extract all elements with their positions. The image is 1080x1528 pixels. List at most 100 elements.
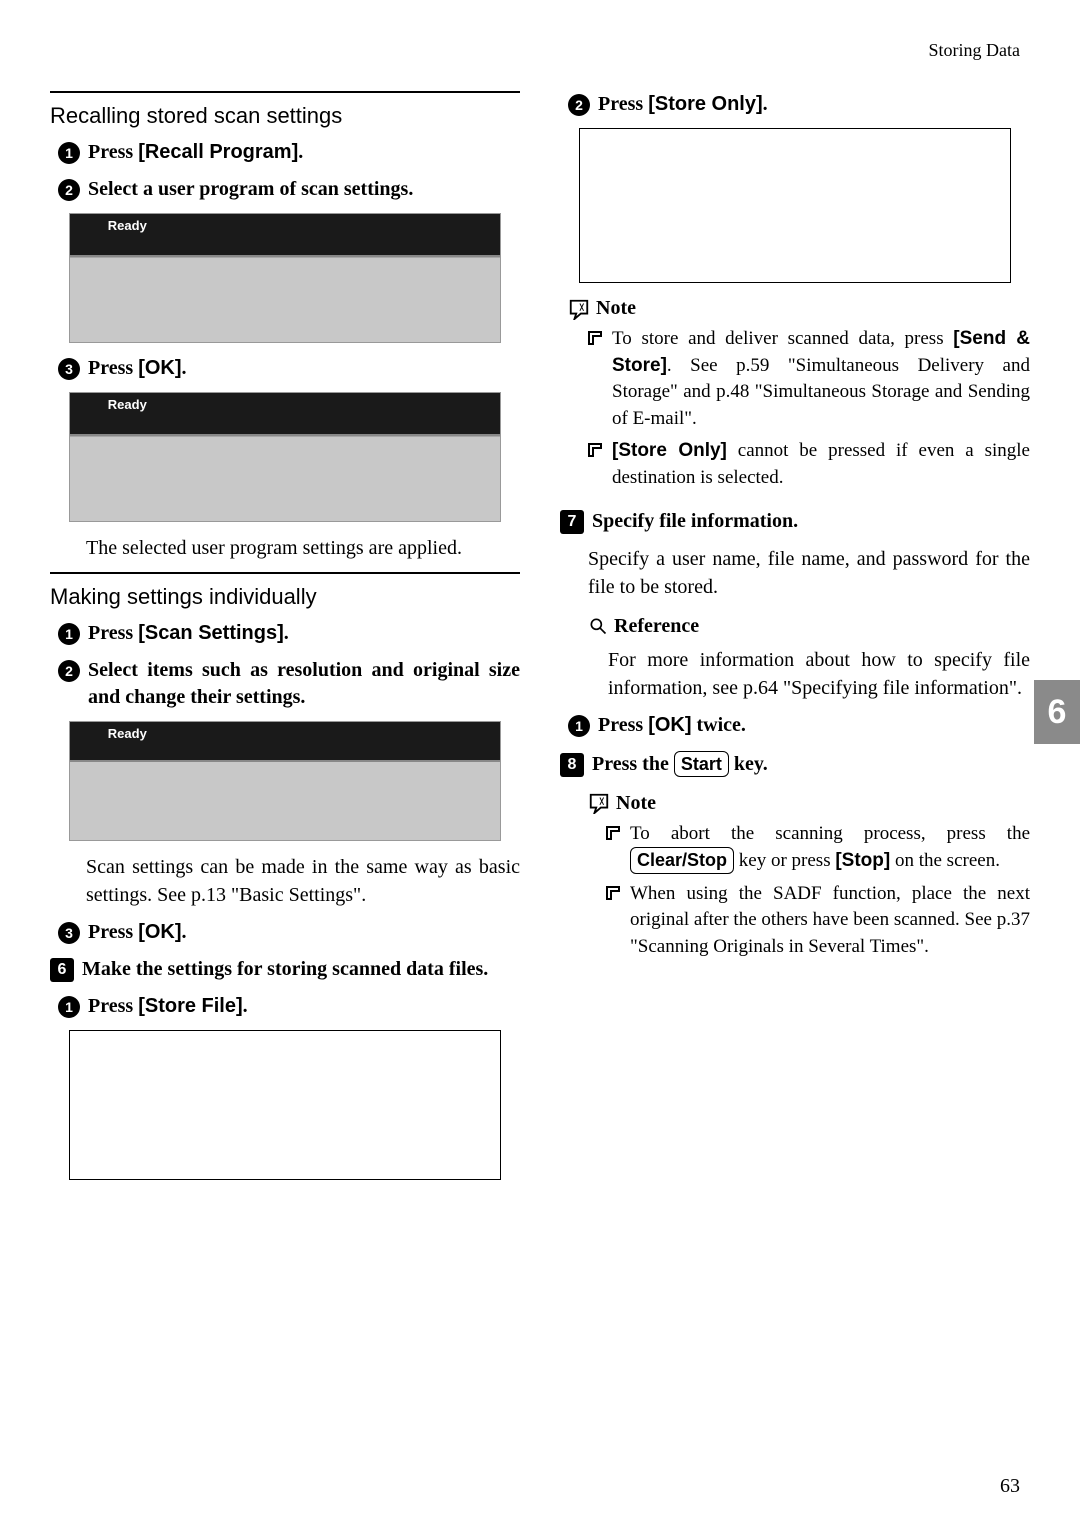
store-only-button-label: [Store Only]: [612, 440, 727, 461]
bullet-1-icon: 1: [58, 142, 80, 164]
step-store-only: 2 Press [Store Only].: [568, 91, 1030, 118]
step-making-1: 1 Press [Scan Settings].: [58, 620, 520, 647]
step-G: 7 Specify file information.: [560, 508, 1030, 535]
screenshot-ready-label: Ready: [108, 218, 147, 233]
text: Press: [598, 93, 648, 115]
text: .: [284, 622, 289, 644]
ok-button-label: [OK]: [648, 714, 691, 736]
bullet-1-icon: 1: [58, 623, 80, 645]
bullet-2-icon: 2: [58, 660, 80, 682]
reference-icon: [588, 616, 608, 636]
step-store-file: 1 Press [Store File].: [58, 993, 520, 1020]
step-recall-1: 1 Press [Recall Program].: [58, 139, 520, 166]
stop-button-label: [Stop]: [835, 850, 890, 871]
step-H: 8 Press the Start key.: [560, 751, 1030, 778]
note-heading: Note: [568, 297, 1030, 320]
step-text: Select items such as resolution and orig…: [88, 657, 520, 711]
text: on the screen.: [890, 850, 1000, 871]
step-8-icon: 8: [560, 753, 584, 777]
note-h-item-1: To abort the scanning process, press the…: [606, 821, 1030, 875]
step-text: Specify file information.: [592, 508, 1030, 535]
note-item-1: To store and deliver scanned data, press…: [588, 326, 1030, 432]
bullet-2-icon: 2: [58, 179, 80, 201]
text: twice.: [692, 714, 746, 736]
two-column-layout: Recalling stored scan settings 1 Press […: [50, 81, 1030, 1192]
text: .: [298, 141, 303, 163]
step-F: 6 Make the settings for storing scanned …: [50, 956, 520, 983]
bullet-icon: [606, 886, 620, 900]
note-label: Note: [616, 792, 656, 815]
step-making-3: 3 Press [OK].: [58, 919, 520, 946]
text: When using the SADF function, place the …: [630, 881, 1030, 961]
note-icon: [588, 792, 610, 814]
left-column: Recalling stored scan settings 1 Press […: [50, 81, 520, 1192]
step-3-body: The selected user program settings are a…: [86, 534, 520, 562]
screenshot-ready-label: Ready: [108, 726, 147, 741]
step-ok-twice: 1 Press [OK] twice.: [568, 712, 1030, 739]
bullet-icon: [588, 331, 602, 345]
note-h-item-2: When using the SADF function, place the …: [606, 881, 1030, 961]
bullet-2-icon: 2: [568, 94, 590, 116]
bullet-icon: [606, 826, 620, 840]
screenshot-ready-label: Ready: [108, 397, 147, 412]
recall-program-button-label: [Recall Program]: [138, 141, 298, 163]
page-number: 63: [1000, 1475, 1020, 1498]
screenshot-recall-program: Ready: [69, 213, 501, 343]
text: Press: [88, 921, 138, 943]
note-heading-2: Note: [588, 792, 1030, 815]
text: Press: [598, 714, 648, 736]
reference-heading: Reference: [588, 615, 1030, 638]
ok-button-label: [OK]: [138, 921, 181, 943]
text: Press the: [592, 753, 674, 775]
text: key.: [729, 753, 768, 775]
ok-button-label: [OK]: [138, 357, 181, 379]
divider: [50, 91, 520, 93]
screenshot-scan-settings: Ready: [69, 721, 501, 841]
store-file-button-label: [Store File]: [138, 995, 242, 1017]
text: .: [763, 93, 768, 115]
bullet-1-icon: 1: [568, 715, 590, 737]
text: Press: [88, 357, 138, 379]
text: key or press: [734, 850, 835, 871]
chapter-tab: 6: [1034, 680, 1080, 744]
right-column: 2 Press [Store Only]. Note To store and …: [560, 81, 1030, 1192]
screenshot-recall-ok: Ready: [69, 392, 501, 522]
text: . See p.59 "Simultaneous Delivery and St…: [612, 355, 1030, 429]
step-6-icon: 6: [50, 958, 74, 982]
screenshot-blank-store-file: [69, 1030, 501, 1180]
text: To store and deliver scanned data, press: [612, 328, 953, 349]
text: Press: [88, 141, 138, 163]
divider: [50, 572, 520, 574]
text: Press: [88, 622, 138, 644]
reference-body: For more information about how to specif…: [608, 646, 1030, 702]
start-key: Start: [674, 751, 729, 777]
step-making-2-body: Scan settings can be made in the same wa…: [86, 853, 520, 909]
note-item-2: [Store Only] cannot be pressed if even a…: [588, 438, 1030, 491]
step-G-body: Specify a user name, file name, and pass…: [588, 545, 1030, 601]
text: .: [243, 995, 248, 1017]
text: .: [182, 921, 187, 943]
text: To abort the scanning process, press the: [630, 823, 1030, 844]
note-icon: [568, 298, 590, 320]
reference-label: Reference: [614, 615, 699, 638]
heading-recall: Recalling stored scan settings: [50, 103, 520, 129]
step-text: Select a user program of scan settings.: [88, 176, 520, 203]
step-making-2: 2 Select items such as resolution and or…: [58, 657, 520, 711]
clear-stop-key: Clear/Stop: [630, 847, 734, 874]
page-header-section: Storing Data: [50, 40, 1030, 61]
store-only-button-label: [Store Only]: [648, 93, 762, 115]
step-recall-3: 3 Press [OK].: [58, 355, 520, 382]
text: .: [182, 357, 187, 379]
bullet-3-icon: 3: [58, 358, 80, 380]
scan-settings-button-label: [Scan Settings]: [138, 622, 284, 644]
bullet-icon: [588, 443, 602, 457]
note-label: Note: [596, 297, 636, 320]
bullet-3-icon: 3: [58, 922, 80, 944]
step-text: Make the settings for storing scanned da…: [82, 956, 520, 983]
heading-making: Making settings individually: [50, 584, 520, 610]
screenshot-blank-store-only: [579, 128, 1011, 283]
bullet-1-icon: 1: [58, 996, 80, 1018]
step-recall-2: 2 Select a user program of scan settings…: [58, 176, 520, 203]
text: Press: [88, 995, 138, 1017]
step-7-icon: 7: [560, 510, 584, 534]
